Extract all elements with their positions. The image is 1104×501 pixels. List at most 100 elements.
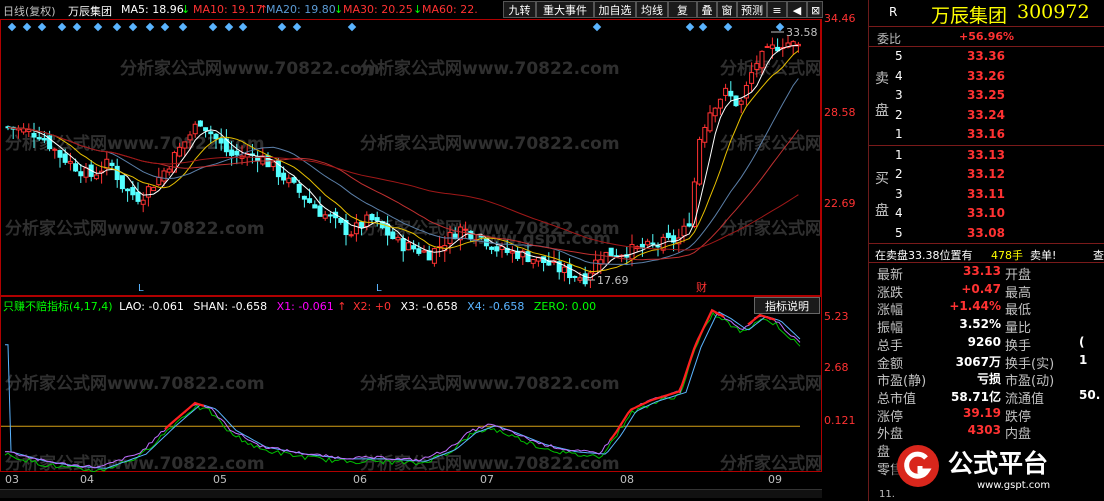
stat-value: 58.71亿	[951, 389, 1001, 404]
watermark-text: 分析家公式网www.70822.com	[720, 373, 822, 394]
candle-body	[208, 131, 214, 135]
ask-price: 33.25	[967, 88, 1005, 103]
candle-body	[286, 177, 292, 184]
candle-body	[717, 98, 723, 109]
finance-marker[interactable]: 财	[696, 280, 707, 294]
candle-body	[41, 137, 47, 141]
stat-label: 振幅	[877, 321, 904, 337]
watermark-text: 分析家公式网www.70822.com	[720, 58, 822, 79]
candle-body	[353, 222, 359, 235]
stat-value: +0.47	[961, 281, 1001, 296]
candle-body	[317, 205, 323, 217]
watermark-text: 分析家公式网www.70822.com	[720, 453, 822, 472]
candle-body	[36, 137, 42, 140]
event-marker-l2[interactable]: L	[376, 283, 382, 294]
high-price-label: 33.58	[786, 26, 818, 39]
y-label-mid: 28.58	[824, 106, 856, 119]
candle-body	[468, 230, 474, 239]
watermark-text: 分析家公式网www.70822.com	[5, 373, 265, 394]
stat-value: 3067万	[955, 354, 1001, 369]
stat-label: 金额	[877, 356, 904, 372]
axis-ticks-main	[820, 19, 825, 296]
candle-body	[728, 90, 734, 97]
candle-body	[364, 214, 370, 227]
x4-value: X4: -0.658	[467, 300, 525, 313]
divider	[869, 46, 1104, 47]
candle-body	[416, 248, 422, 254]
stat-value-2: (	[1079, 334, 1085, 349]
candle-body	[686, 223, 692, 227]
event-marker-l1[interactable]: L	[138, 283, 144, 294]
indicator-title[interactable]: 只赚不赔指标(4,17,4)	[3, 300, 113, 313]
big-order-notice[interactable]: 在卖盘33.38位置有 478手 卖单! 查	[869, 244, 1104, 262]
watermark-text: 分析家公式网www.70822.com	[360, 373, 620, 394]
jiuzhuan-button[interactable]: 九转	[503, 1, 536, 18]
ma-button[interactable]: 均线	[636, 1, 668, 18]
lao-value: LAO: -0.061	[119, 300, 184, 313]
stat-value: 39.19	[963, 405, 1001, 420]
major-events-button[interactable]: 重大事件	[536, 1, 594, 18]
close-panel-icon[interactable]: ⊠	[807, 1, 823, 18]
candle-body	[431, 248, 437, 264]
bid-level: 4	[895, 206, 903, 221]
kline-chart[interactable]: 分析家公式网www.70822.com 分析家公式网www.70822.com 分析…	[0, 19, 822, 296]
watermark-text: 分析家公式网www.70822.com	[720, 133, 822, 154]
chart-header: 日线(复权) 万辰集团 MA5: 18.96 ↓ MA10: 19.17 ↑ M…	[0, 0, 868, 34]
candle-body	[187, 134, 193, 141]
buy-side-label-2: 盘	[875, 203, 889, 219]
ind-label-mid: 2.68	[824, 361, 849, 374]
candle-body	[764, 46, 770, 49]
scroll-track[interactable]	[0, 489, 822, 498]
candle-body	[145, 186, 151, 198]
month-04: 04	[80, 473, 94, 486]
candle-body	[733, 95, 739, 107]
candle-body	[463, 228, 469, 231]
candle-body	[665, 232, 671, 238]
candle-body	[400, 238, 406, 252]
logo-url: www.gspt.com	[977, 480, 1050, 491]
indicator-chart[interactable]: 分析家公式网www.70822.com 分析家公式网www.70822.com 分析…	[0, 296, 822, 472]
candle-body	[78, 171, 84, 177]
gspt-logo: 公式平台 www.gspt.com	[893, 441, 1099, 493]
candle-body	[213, 133, 219, 140]
candle-body	[411, 245, 417, 250]
stat-label-2: 流通值	[1005, 391, 1045, 407]
watermark-text: 分析家公式网www.70822.com	[120, 58, 380, 79]
candle-body	[645, 240, 651, 246]
add-watchlist-button[interactable]: 加自选	[594, 1, 636, 18]
candle-body	[291, 177, 297, 183]
stat-value: 亏损	[976, 372, 1001, 387]
stat-value: 9260	[967, 334, 1001, 349]
candle-body	[577, 277, 583, 281]
candle-body	[359, 221, 365, 228]
ma20-arrow: ↓	[334, 3, 344, 16]
candle-body	[738, 100, 744, 105]
stat-label-2: 量比	[1005, 321, 1032, 337]
stat-value: 3.52%	[959, 317, 1001, 332]
menu-icon[interactable]: ≡	[767, 1, 787, 18]
forecast-button[interactable]: 预测	[737, 1, 767, 18]
stat-label: 外盘	[877, 427, 904, 443]
stat-label-2: 最低	[1005, 303, 1032, 319]
back-arrow-icon[interactable]: ◀	[787, 1, 807, 18]
overlay-button[interactable]: 叠	[697, 1, 717, 18]
zero-value: ZERO: 0.00	[533, 300, 597, 313]
period-label[interactable]: 日线(复权)	[3, 3, 56, 19]
indicator-help-button[interactable]: 指标说明	[754, 297, 820, 314]
stat-label-2: 最高	[1005, 285, 1032, 301]
notice-more[interactable]: 查	[1093, 247, 1104, 263]
bid-price: 33.11	[967, 186, 1005, 201]
candle-body	[395, 236, 401, 241]
adjust-button[interactable]: 复权	[668, 1, 697, 34]
candle-body	[140, 199, 146, 205]
quote-stock-name: 万辰集团	[931, 5, 1008, 27]
refresh-label[interactable]: R	[889, 5, 897, 19]
candle-body	[281, 172, 287, 181]
candle-body	[322, 214, 328, 219]
candle-body	[608, 247, 614, 257]
candle-body	[156, 176, 162, 186]
candle-body	[572, 275, 578, 278]
window-button[interactable]: 窗	[717, 1, 737, 18]
candle-body	[229, 149, 235, 156]
sell-side-label-2: 盘	[875, 103, 889, 119]
